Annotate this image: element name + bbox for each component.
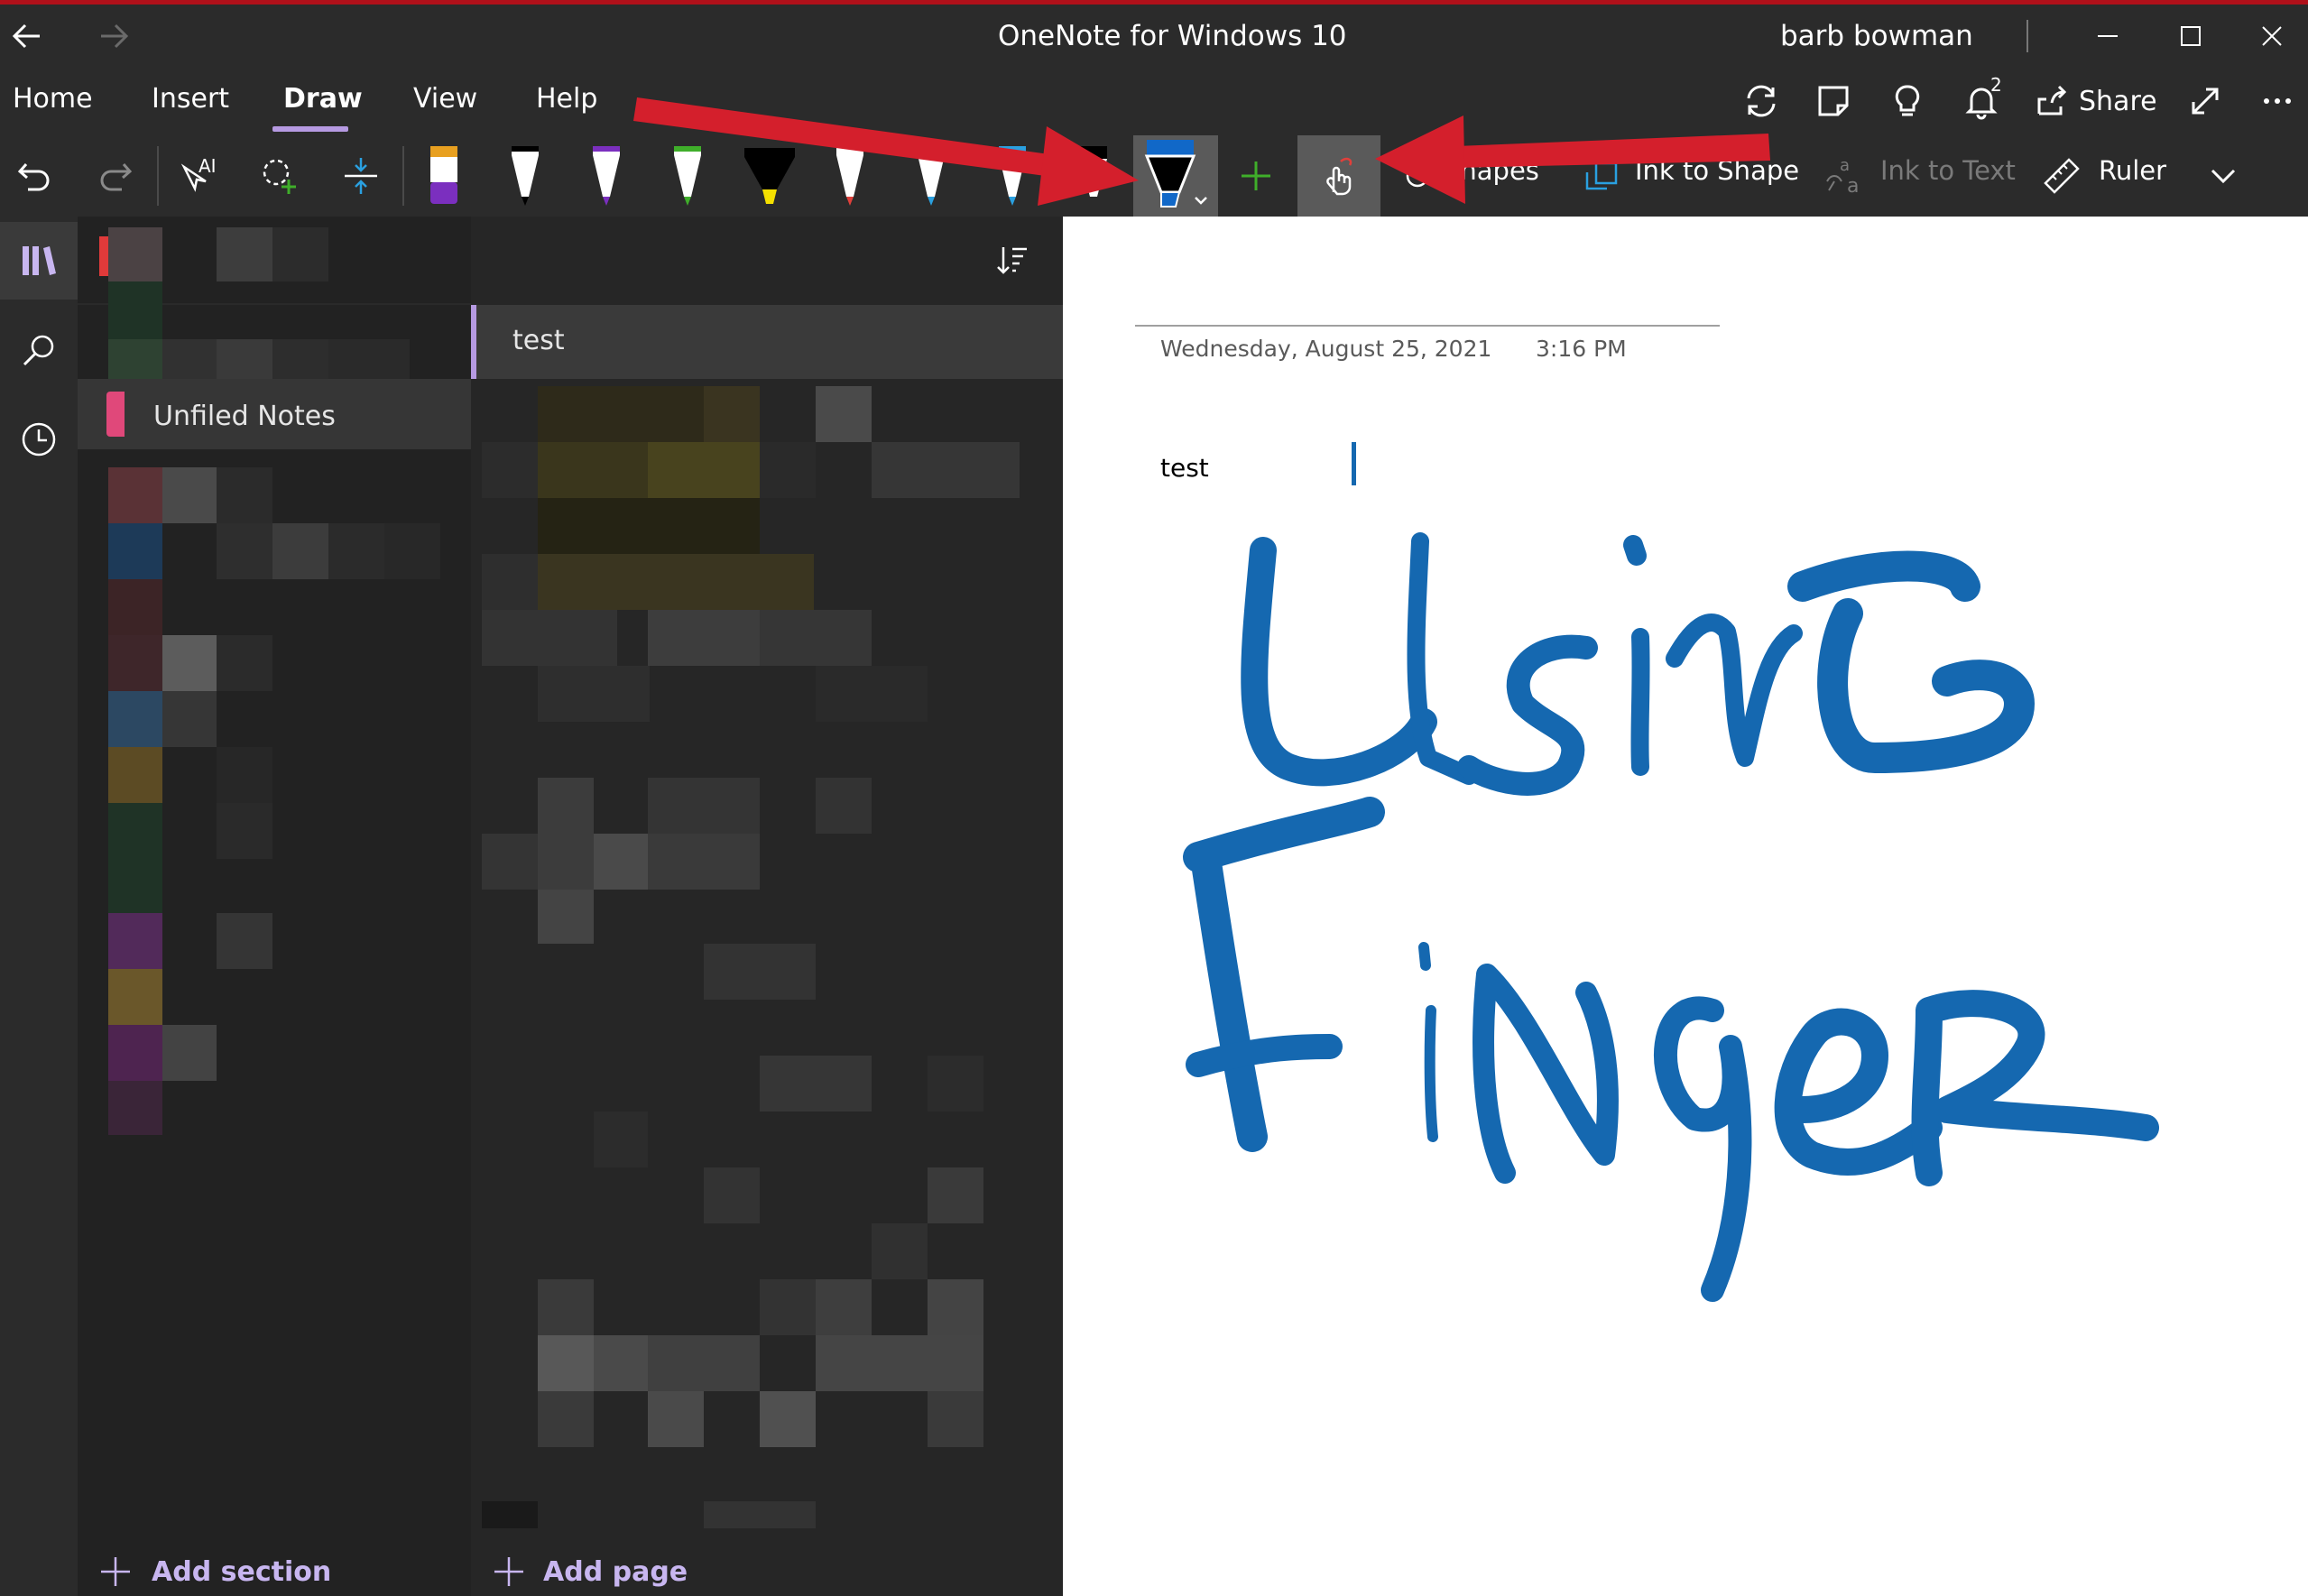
redacted-block [594,1112,648,1167]
redacted-block [760,1279,816,1335]
ink-drawing [1183,532,2159,1302]
redacted-block [217,467,272,523]
redacted-block [162,1025,217,1081]
redacted-block [704,1501,816,1528]
recent-notes-button[interactable] [0,401,78,478]
add-section-button[interactable] [97,1554,134,1590]
redacted-block [538,890,594,944]
ink-word-finger [1183,797,2159,1302]
redacted-block [594,1335,648,1391]
redacted-block [162,467,217,523]
redacted-block [108,969,162,1025]
add-page-label[interactable]: Add page [543,1556,688,1588]
redacted-block [648,442,760,498]
redacted-block [538,1391,594,1447]
redacted-block [217,803,272,859]
redacted-block [538,1335,594,1391]
redacted-block [648,834,760,890]
arrow-to-touch-draw [1375,115,1770,204]
redacted-block [108,691,162,747]
redacted-block [538,778,594,834]
redacted-block [482,554,538,610]
redacted-block [704,386,760,442]
redacted-block [538,666,650,722]
add-section-label[interactable]: Add section [152,1556,331,1588]
redacted-block [217,523,272,579]
redacted-block [482,442,538,498]
redacted-block [816,666,928,722]
redacted-block [162,691,217,747]
redacted-block [108,747,162,803]
redacted-block [538,834,594,890]
section-label: Unfiled Notes [153,401,336,432]
redacted-block [482,1501,538,1528]
redacted-block [482,610,617,666]
redacted-block [704,1167,760,1223]
redacted-block [108,523,162,579]
redacted-block [538,442,648,498]
redacted-block [816,1279,872,1335]
redacted-block [108,635,162,691]
redacted-block [162,635,217,691]
redacted-block [872,1223,928,1279]
redacted-block [928,1279,983,1335]
redacted-block [538,498,760,554]
redacted-block [648,1391,704,1447]
plus-icon [101,1557,130,1586]
redacted-block [384,523,440,579]
text-cursor [1352,442,1356,485]
redacted-block [328,523,384,579]
plus-icon [494,1557,523,1586]
redacted-block [108,803,162,913]
note-body-text[interactable]: test [1160,453,1209,483]
redacted-block [928,1056,983,1112]
redacted-block [816,386,872,442]
redacted-block [482,834,538,890]
redacted-block [760,610,872,666]
redacted-block [108,467,162,523]
redacted-block [108,913,162,969]
redacted-block [928,1391,983,1447]
redacted-block [648,778,760,834]
redacted-block [108,1081,162,1135]
ink-word-using [1241,532,2035,796]
redacted-block [760,442,816,498]
redacted-block [108,1025,162,1081]
redacted-block [816,1335,983,1391]
redacted-block [648,610,760,666]
redacted-block [872,442,1020,498]
redacted-block [928,1167,983,1223]
clock-icon [22,422,56,457]
redacted-block [538,386,704,442]
redacted-block [217,747,272,803]
add-page-button[interactable] [491,1554,527,1590]
annotation-arrows [633,97,1770,206]
section-color-tab [106,392,125,437]
redacted-block [816,778,872,834]
redacted-block [217,635,272,691]
redacted-block [704,944,816,1000]
redacted-block [108,579,162,635]
redacted-block [648,1335,760,1391]
redacted-block [594,834,648,890]
redacted-block [760,1391,816,1447]
redacted-block [538,554,814,610]
redacted-block [272,523,328,579]
redacted-block [538,1279,594,1335]
redacted-block [760,1056,872,1112]
redacted-block [217,913,272,969]
arrow-to-selected-pen [633,97,1139,206]
